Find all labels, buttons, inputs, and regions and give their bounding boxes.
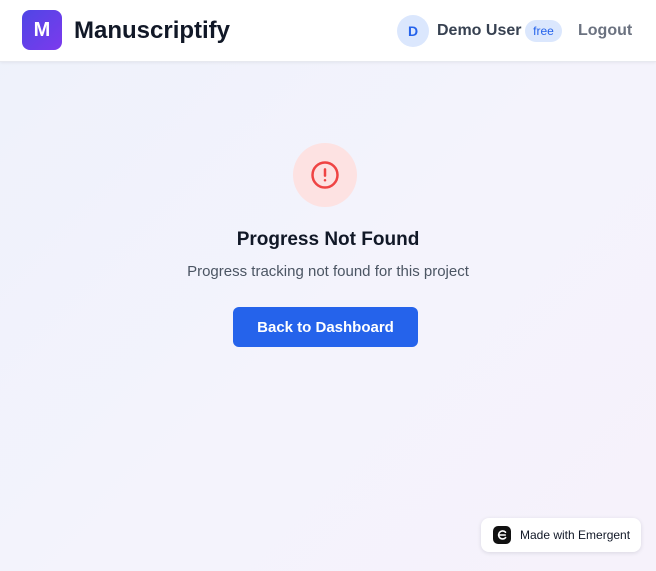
made-with-emergent-badge[interactable]: Made with Emergent — [481, 518, 641, 552]
app-name[interactable]: Manuscriptify — [74, 16, 230, 46]
alert-badge — [293, 143, 357, 207]
alert-circle-icon — [311, 161, 339, 189]
made-with-label: Made with Emergent — [520, 528, 631, 542]
app-logo[interactable]: M — [22, 10, 62, 50]
logout-button[interactable]: Logout — [578, 21, 632, 41]
page-title: Progress Not Found — [236, 229, 420, 250]
back-to-dashboard-button[interactable]: Back to Dashboard — [233, 307, 418, 347]
logo-letter: M — [33, 18, 51, 41]
app-header: M Manuscriptify D Demo User free Logout — [0, 0, 656, 62]
user-avatar[interactable]: D — [397, 15, 429, 47]
user-name: Demo User — [437, 22, 522, 39]
plan-badge: free — [525, 20, 562, 42]
error-message: Progress tracking not found for this pro… — [187, 263, 469, 280]
emergent-logo-icon — [493, 526, 511, 544]
avatar-initial: D — [407, 23, 419, 39]
